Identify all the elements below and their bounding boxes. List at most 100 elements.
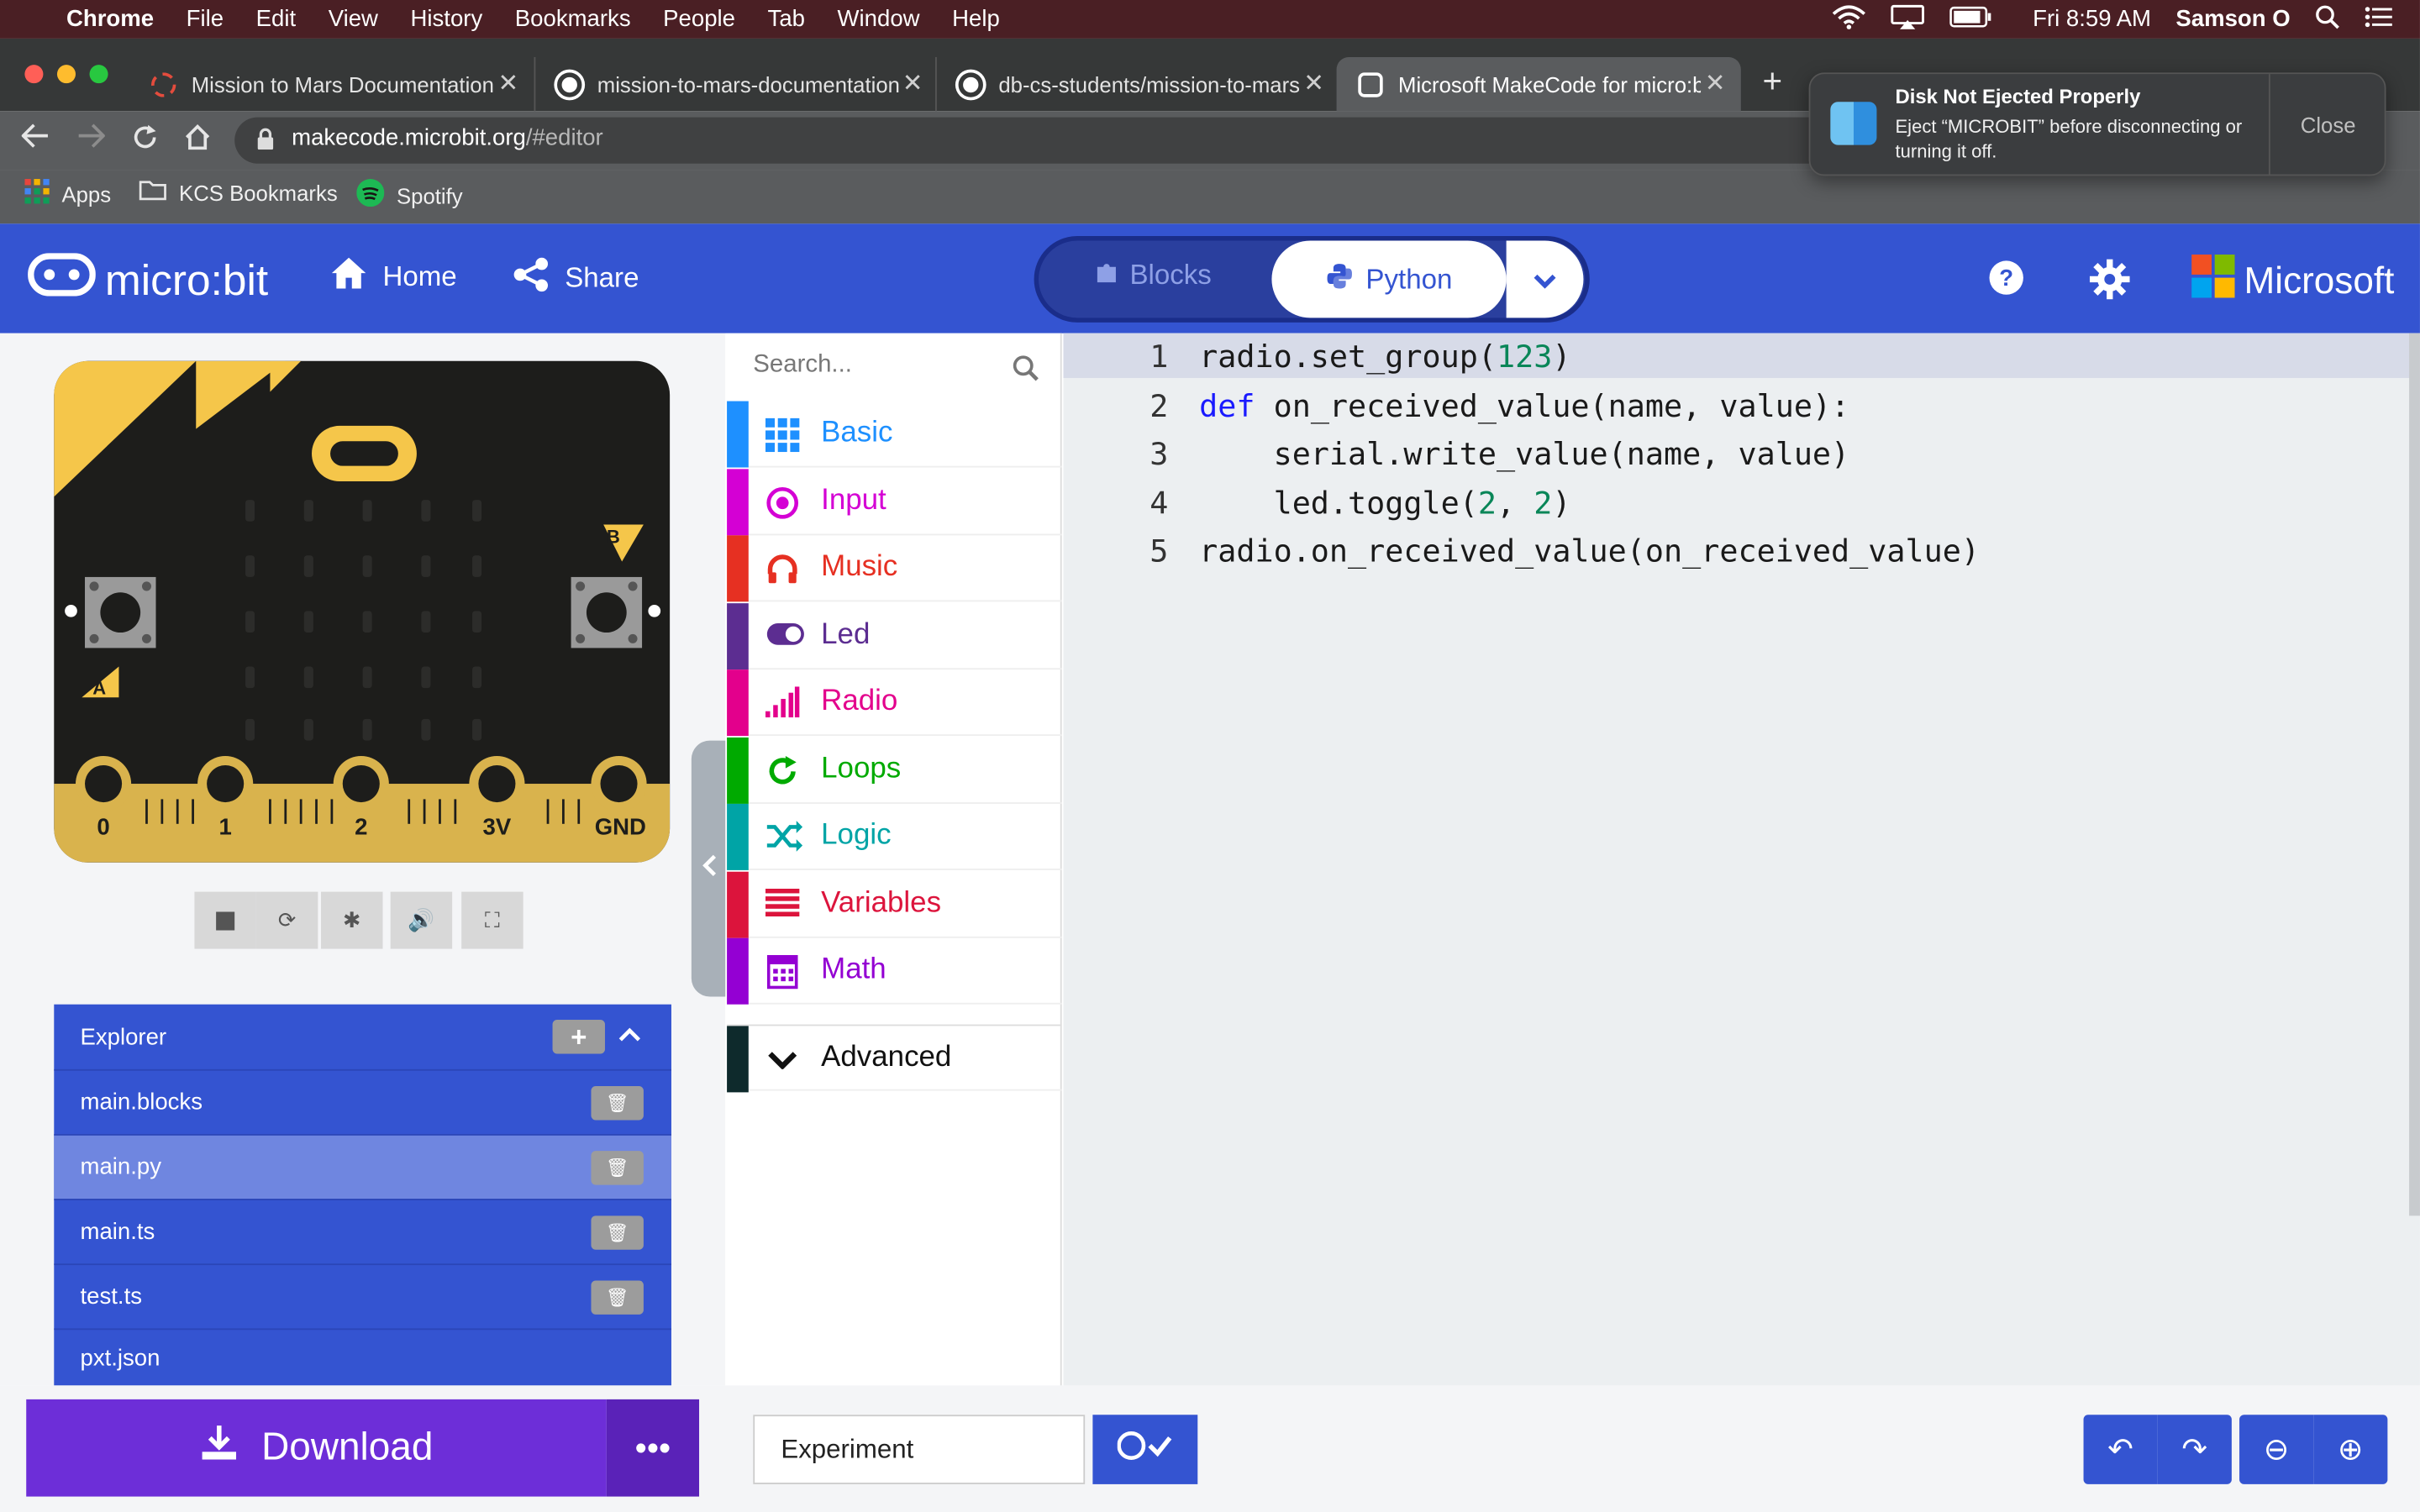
code-line[interactable]: serial.write_value(name, value) [1199,435,1850,472]
new-tab-button[interactable]: + [1763,61,1783,102]
explorer-header[interactable]: Explorer + [54,1005,671,1069]
toolbox-search-input[interactable]: Search... [753,352,1046,386]
forward-icon[interactable] [77,123,106,156]
blocks-toggle-button[interactable]: Blocks [1065,260,1212,292]
menu-people[interactable]: People [663,6,735,32]
code-line[interactable]: radio.set_group(123) [1199,338,1570,375]
browser-tab[interactable]: mission-to-mars-documentation ✕ [534,56,938,112]
close-tab-icon[interactable]: ✕ [1303,68,1324,99]
pin-1-label[interactable]: 1 [197,815,253,841]
battery-icon[interactable] [1949,5,1992,33]
download-more-options-button[interactable]: ••• [606,1399,700,1497]
mute-audio-button[interactable]: 🔊 [390,891,453,949]
window-minimize-button[interactable] [56,65,76,84]
menu-help[interactable]: Help [952,6,1000,32]
redo-button[interactable]: ↷ [2157,1415,2232,1484]
explorer-file-row[interactable]: main.blocks 🗑 [54,1068,671,1134]
menu-window[interactable]: Window [838,6,920,32]
fullscreen-simulator-button[interactable]: ⛶ [461,891,523,949]
bookmark-apps[interactable]: Apps [24,179,111,208]
trash-icon[interactable]: 🗑 [591,1086,644,1121]
menu-view[interactable]: View [329,6,378,32]
browser-tab[interactable]: Mission to Mars Documentation ✕ [129,57,534,111]
window-close-button[interactable] [24,65,44,84]
debug-simulator-button[interactable]: ✱ [321,891,383,949]
menu-tab[interactable]: Tab [768,6,805,32]
code-line[interactable]: led.toggle(2, 2) [1199,485,1571,522]
browser-tab-active[interactable]: Microsoft MakeCode for micro:bit ✕ [1336,56,1741,112]
menubar-user[interactable]: Samson O [2175,6,2290,32]
toolbox-category-advanced[interactable]: Advanced [727,1024,1062,1093]
pin-0-label[interactable]: 0 [76,815,131,841]
toolbox-category-input[interactable]: Input [727,469,1062,536]
close-tab-icon[interactable]: ✕ [902,68,923,99]
pin-gnd-label[interactable]: GND [581,815,659,841]
toolbox-category-math[interactable]: Math [727,937,1062,1005]
restart-simulator-button[interactable]: ⟳ [255,891,318,949]
url-text[interactable]: makecode.microbit.org/#editor [292,125,603,151]
editor-scrollbar[interactable] [2409,333,2420,1216]
microbit-logo[interactable]: micro:bit [28,253,268,307]
home-icon[interactable] [184,123,212,159]
browser-tab[interactable]: db-cs-students/mission-to-mars ✕ [935,56,1339,112]
download-button[interactable]: Download [26,1399,607,1497]
menu-history[interactable]: History [411,6,483,32]
trash-icon[interactable]: 🗑 [591,1280,644,1315]
home-button[interactable]: Home [330,256,457,298]
back-icon[interactable] [20,123,50,156]
python-toggle-button[interactable]: Python [1271,240,1507,318]
add-file-button[interactable]: + [552,1020,605,1054]
menu-chrome[interactable]: Chrome [66,6,154,32]
spotlight-search-icon[interactable] [2315,4,2339,35]
search-icon[interactable] [1013,354,1039,388]
toolbox-category-music[interactable]: Music [727,535,1062,602]
explorer-file-row[interactable]: main.ts 🗑 [54,1199,671,1263]
toolbox-category-variables[interactable]: Variables [727,871,1062,938]
toolbox-category-led[interactable]: Led [727,603,1062,670]
github-commit-button[interactable] [1092,1415,1198,1484]
help-icon[interactable]: ? [1988,260,2025,304]
explorer-file-row-selected[interactable]: main.py 🗑 [54,1133,671,1200]
language-dropdown-button[interactable] [1506,240,1584,318]
chevron-up-icon[interactable] [618,1023,641,1049]
toolbox-category-radio[interactable]: Radio [727,669,1062,737]
toolbox-category-basic[interactable]: Basic [727,401,1062,468]
zoom-in-button[interactable]: ⊕ [2313,1415,2388,1484]
lock-icon[interactable] [256,128,275,157]
window-zoom-button[interactable] [89,65,108,84]
undo-button[interactable]: ↶ [2083,1415,2158,1484]
menu-edit[interactable]: Edit [256,6,296,32]
zoom-out-button[interactable]: ⊖ [2239,1415,2314,1484]
pin-3v-label[interactable]: 3V [469,815,524,841]
explorer-file-row[interactable]: test.ts 🗑 [54,1263,671,1328]
microsoft-logo[interactable]: Microsoft [2191,255,2394,308]
share-button[interactable]: Share [513,256,639,301]
toolbox-category-logic[interactable]: Logic [727,803,1062,870]
collapse-simulator-button[interactable] [691,740,729,997]
stop-simulator-button[interactable] [194,891,256,949]
pin-2-label[interactable]: 2 [334,815,389,841]
menubar-clock[interactable]: Fri 8:59 AM [2033,6,2151,32]
code-line[interactable]: def on_received_value(name, value): [1199,387,1849,424]
microbit-simulator[interactable]: A B 0 1 2 3V GND [54,360,671,863]
settings-gear-icon[interactable] [2089,259,2130,307]
menu-bookmarks[interactable]: Bookmarks [515,6,631,32]
reload-icon[interactable] [131,123,159,159]
toolbox-category-loops[interactable]: Loops [727,737,1062,804]
close-tab-icon[interactable]: ✕ [498,68,519,99]
disk-not-ejected-notification[interactable]: Disk Not Ejected Properly Eject “MICROBI… [1808,72,2386,176]
menu-file[interactable]: File [187,6,224,32]
explorer-file-row[interactable]: pxt.json [54,1328,671,1385]
wifi-icon[interactable] [1832,4,1866,35]
code-line[interactable]: radio.on_received_value(on_received_valu… [1199,533,1980,570]
share-icon [513,256,550,301]
bookmark-kcs[interactable]: KCS Bookmarks [139,179,338,205]
trash-icon[interactable]: 🗑 [591,1151,644,1185]
bookmark-spotify[interactable]: Spotify [356,179,463,212]
notification-close-button[interactable]: Close [2268,74,2386,175]
close-tab-icon[interactable]: ✕ [1705,68,1726,99]
project-name-input[interactable]: Experiment [753,1415,1086,1484]
trash-icon[interactable]: 🗑 [591,1215,644,1250]
notification-center-icon[interactable] [2365,5,2392,33]
airplay-icon[interactable] [1891,3,1925,35]
